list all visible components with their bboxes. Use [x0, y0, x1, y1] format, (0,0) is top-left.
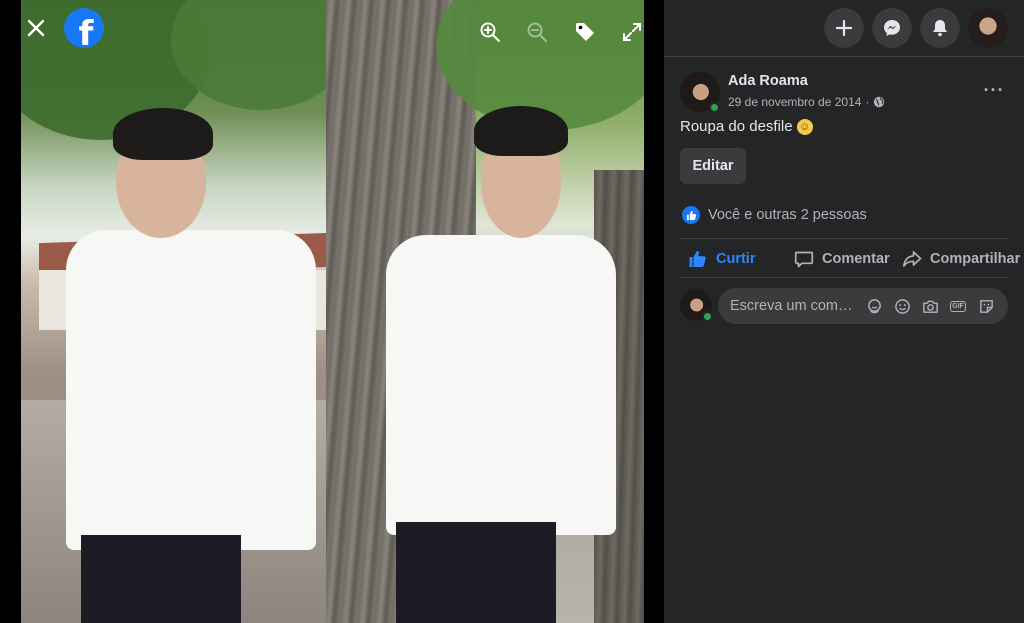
post-meta: 29 de novembro de 2014 ·: [728, 95, 885, 109]
actions-top-divider: [680, 238, 1008, 239]
author-name[interactable]: Ada Roama: [728, 73, 808, 89]
notifications-bell-icon[interactable]: [920, 8, 960, 48]
reactions-text: Você e outras 2 pessoas: [708, 207, 867, 223]
messenger-icon[interactable]: [872, 8, 912, 48]
globe-icon[interactable]: [873, 96, 885, 108]
like-reaction-icon: [682, 206, 700, 224]
smile-emoji-icon: ☺: [796, 118, 813, 135]
share-button[interactable]: Compartilhar: [902, 249, 1020, 269]
comment-composer: GIF: [680, 288, 1008, 324]
gif-icon[interactable]: GIF: [948, 296, 968, 316]
comment-tools: GIF: [864, 296, 996, 316]
emoji-icon[interactable]: [892, 296, 912, 316]
photo-left-half: [21, 0, 326, 623]
top-navigation: [664, 0, 1024, 57]
comment-button[interactable]: Comentar: [794, 249, 890, 269]
comment-input[interactable]: [730, 298, 858, 314]
facebook-logo[interactable]: f: [64, 8, 104, 48]
like-label: Curtir: [716, 251, 756, 267]
post-header: Ada Roama 29 de novembro de 2014 · ···: [680, 72, 1008, 116]
photo-viewer: f: [0, 0, 664, 623]
meta-separator: ·: [865, 95, 870, 109]
like-button[interactable]: Curtir: [688, 249, 755, 269]
reactions-summary[interactable]: Você e outras 2 pessoas: [682, 206, 867, 224]
post-photo[interactable]: [21, 0, 644, 623]
share-label: Compartilhar: [930, 251, 1021, 267]
camera-icon[interactable]: [920, 296, 940, 316]
post-caption: Roupa do desfile ☺: [680, 118, 813, 135]
commenter-online-dot: [702, 311, 713, 322]
comment-icon: [794, 251, 814, 268]
comment-box[interactable]: GIF: [718, 288, 1008, 324]
plus-icon[interactable]: [824, 8, 864, 48]
gif-label: GIF: [950, 300, 966, 312]
photo-right-half: [326, 0, 644, 623]
close-icon[interactable]: [20, 12, 52, 44]
post-caption-text: Roupa do desfile: [680, 118, 793, 135]
zoom-out-icon[interactable]: [519, 14, 555, 50]
edit-button[interactable]: Editar: [680, 148, 746, 184]
thumbs-up-icon: [689, 251, 706, 267]
online-status-dot: [709, 102, 720, 113]
fullscreen-icon[interactable]: [614, 14, 650, 50]
comment-label: Comentar: [822, 251, 890, 267]
post-date[interactable]: 29 de novembro de 2014: [728, 95, 861, 109]
share-icon: [902, 251, 922, 267]
facebook-logo-letter: f: [78, 14, 94, 48]
tag-icon[interactable]: [567, 14, 603, 50]
sticker-icon[interactable]: [976, 296, 996, 316]
post-panel: Ada Roama 29 de novembro de 2014 · ··· R…: [664, 0, 1024, 623]
profile-avatar[interactable]: [968, 8, 1008, 48]
zoom-in-icon[interactable]: [472, 14, 508, 50]
post-actions-bar: Curtir Comentar Compartilhar: [680, 242, 1024, 276]
avatar-sticker-icon[interactable]: [864, 296, 884, 316]
more-options-button[interactable]: ···: [980, 78, 1008, 102]
actions-bottom-divider: [680, 277, 1008, 278]
